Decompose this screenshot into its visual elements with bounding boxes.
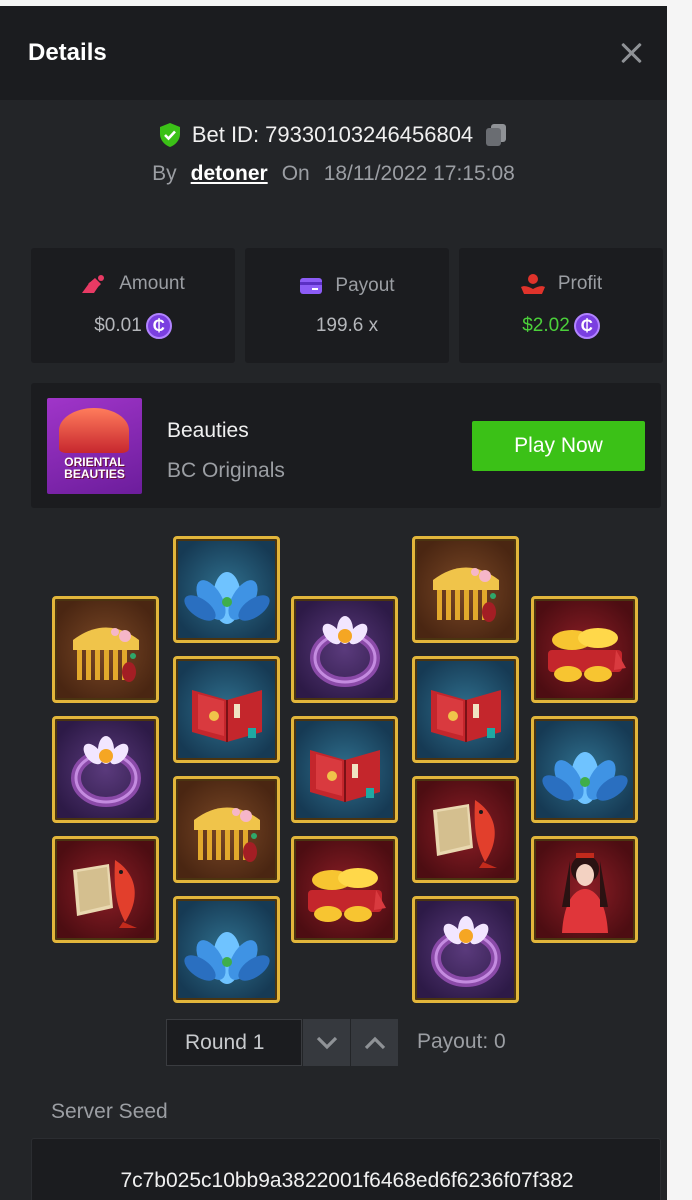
copy-icon[interactable]: [483, 122, 509, 148]
comb-icon: [432, 567, 499, 622]
fan-icon: [59, 408, 129, 453]
comb-icon: [193, 807, 260, 862]
game-name: Beauties: [167, 419, 249, 442]
coin-icon: ₵: [145, 312, 172, 339]
play-now-button[interactable]: Play Now: [472, 421, 645, 471]
ring-icon: [430, 915, 501, 987]
slot-symbol-beauty: [531, 836, 638, 943]
server-seed-value: 7c7b025c10bb9a3822001f6468ed6f6236f07f38…: [120, 1169, 574, 1192]
profit-label: Profit: [557, 272, 603, 294]
payout-card-icon: [300, 277, 323, 294]
book-icon: [191, 689, 262, 742]
slot-symbol-book: [412, 656, 519, 763]
lotus-icon: [183, 931, 270, 984]
bet-id-row: Bet ID: 79330103246456804: [0, 122, 667, 148]
amount-label: Amount: [119, 272, 185, 294]
page-title: Details: [28, 39, 107, 66]
slot-symbol-comb: [52, 596, 159, 703]
server-seed-box: 7c7b025c10bb9a3822001f6468ed6f6236f07f38…: [31, 1138, 661, 1200]
slot-symbol-koi: [412, 776, 519, 883]
chevron-down-icon: [316, 1036, 337, 1049]
slot-symbol-lotus: [531, 716, 638, 823]
koi-icon: [72, 859, 137, 928]
details-panel: Details Bet ID: 79330103246456804 By det…: [0, 6, 667, 1200]
round-down-button[interactable]: [302, 1019, 350, 1066]
header: Details: [0, 6, 667, 100]
on-label: On: [281, 162, 310, 185]
profit-value: $2.02: [522, 314, 570, 336]
beauty-icon: [561, 852, 608, 933]
slot-symbol-gold: [531, 596, 638, 703]
slot-symbol-ring: [412, 896, 519, 1003]
amount-icon: [82, 274, 105, 293]
slot-symbol-koi: [52, 836, 159, 943]
slot-symbol-book: [291, 716, 398, 823]
book-icon: [430, 689, 501, 742]
round-up-button[interactable]: [350, 1019, 398, 1066]
thumbnail-logo-text: ORIENTAL BEAUTIES: [64, 455, 125, 481]
gold-icon: [547, 627, 626, 682]
ring-icon: [309, 615, 380, 687]
server-seed-label: Server Seed: [51, 1100, 168, 1123]
shield-check-icon: [159, 123, 180, 147]
koi-icon: [432, 799, 497, 868]
slot-symbol-comb: [173, 776, 280, 883]
bet-id: Bet ID: 79330103246456804: [191, 122, 474, 147]
lotus-icon: [183, 571, 270, 624]
slot-symbol-ring: [52, 716, 159, 823]
slot-symbol-lotus: [173, 896, 280, 1003]
ring-icon: [70, 735, 141, 807]
book-icon: [309, 749, 380, 802]
lotus-icon: [541, 751, 628, 804]
round-selector: Round 1: [166, 1019, 398, 1066]
stat-amount: Amount $0.01 ₵: [31, 248, 235, 363]
chevron-up-icon: [364, 1036, 385, 1049]
payout-label: Payout: [335, 274, 395, 296]
by-label: By: [152, 162, 177, 185]
game-card: ORIENTAL BEAUTIES Beauties BC Originals …: [31, 383, 661, 508]
gold-icon: [307, 867, 386, 922]
game-provider: BC Originals: [167, 459, 285, 482]
comb-icon: [72, 627, 139, 682]
close-icon[interactable]: [619, 41, 643, 65]
slot-symbol-book: [173, 656, 280, 763]
username-link[interactable]: detoner: [191, 162, 268, 186]
slot-symbol-lotus: [173, 536, 280, 643]
bet-datetime: 18/11/2022 17:15:08: [323, 162, 515, 185]
round-payout: Payout: 0: [417, 1030, 506, 1053]
slot-reels: [0, 531, 667, 1003]
game-thumbnail[interactable]: ORIENTAL BEAUTIES: [47, 398, 142, 494]
profit-icon: [520, 273, 545, 294]
bet-meta-row: By detoner On 18/11/2022 17:15:08: [0, 162, 667, 186]
stats-row: Amount $0.01 ₵ Payout 199.6 x Profit $2.…: [31, 248, 663, 363]
slot-symbol-gold: [291, 836, 398, 943]
payout-value: 199.6 x: [315, 314, 379, 336]
coin-icon: ₵: [573, 312, 600, 339]
stat-payout: Payout 199.6 x: [245, 248, 449, 363]
slot-symbol-comb: [412, 536, 519, 643]
slot-symbol-ring: [291, 596, 398, 703]
amount-value: $0.01: [94, 314, 142, 336]
stat-profit: Profit $2.02 ₵: [459, 248, 663, 363]
round-select[interactable]: Round 1: [166, 1019, 302, 1066]
